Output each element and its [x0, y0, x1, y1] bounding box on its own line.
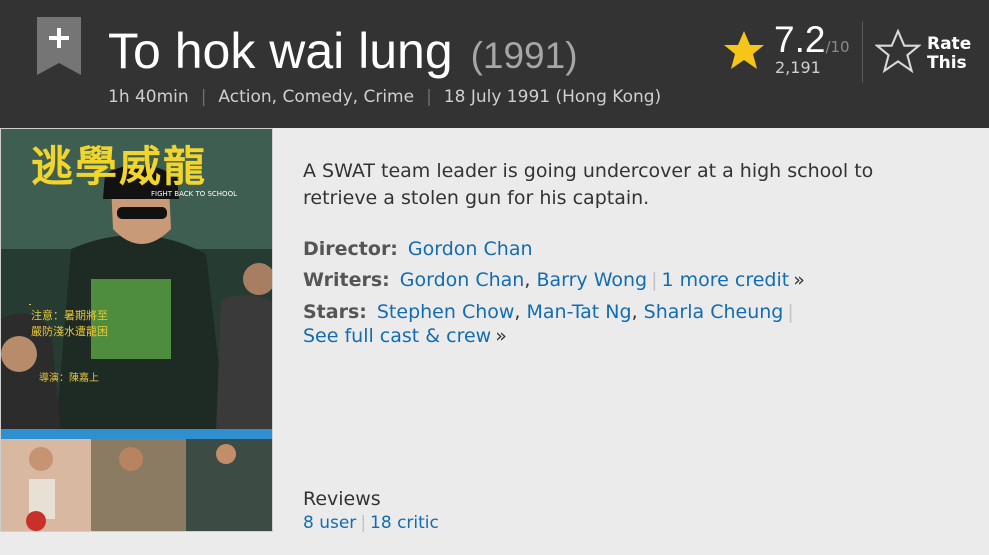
reviews-links: 8 user | 18 critic: [303, 512, 439, 534]
title-subtext: 1h 40min | Action, Comedy, Crime | 18 July 1…: [108, 87, 662, 107]
poster-english-title: FIGHT BACK TO SCHOOL: [151, 190, 237, 198]
writers-row: Writers: Gordon Chan, Barry Wong | 1 more c…: [303, 269, 805, 291]
watchlist-button[interactable]: [37, 17, 81, 75]
more-arrow: »: [495, 325, 507, 347]
rating-best: /10: [825, 38, 850, 56]
writer-link[interactable]: Gordon Chan: [400, 269, 525, 291]
stars-row: Stars: Stephen Chow, Man-Tat Ng, Sharla C…: [303, 301, 794, 323]
stars-label: Stars:: [303, 301, 367, 323]
separator: |: [360, 513, 367, 533]
genre-link[interactable]: Comedy: [282, 87, 352, 107]
more-arrow: »: [793, 269, 805, 291]
star-filled-icon: [724, 31, 764, 69]
full-cast-row: See full cast & crew»: [303, 324, 507, 348]
release-date-link[interactable]: 18 July 1991 (Hong Kong): [444, 87, 661, 107]
rating-divider: [862, 21, 863, 83]
poster-credits-text: 導演：陳嘉上: [39, 371, 99, 384]
director-row: Director: Gordon Chan: [303, 237, 533, 261]
poster-chinese-title: 逃學威龍: [31, 142, 208, 191]
critic-reviews-link[interactable]: 18 critic: [370, 513, 439, 533]
separator: |: [651, 269, 658, 291]
star-link[interactable]: Man-Tat Ng: [527, 301, 632, 323]
separator: |: [426, 87, 432, 107]
reviews-title: Reviews: [303, 488, 381, 510]
poster-credits-text: 注意：暑期將至: [31, 308, 108, 322]
star-outline-icon: [875, 29, 921, 74]
director-link[interactable]: Gordon Chan: [408, 238, 533, 260]
rating-score: 7.2: [774, 19, 826, 60]
star-link[interactable]: Sharla Cheung: [644, 301, 784, 323]
separator: |: [200, 87, 207, 107]
movie-title: To hok wai lung: [108, 23, 453, 79]
user-reviews-link[interactable]: 8 user: [303, 513, 356, 533]
movie-year[interactable]: (1991): [471, 35, 578, 76]
rating-count-link[interactable]: 2,191: [775, 58, 821, 78]
full-cast-link[interactable]: See full cast & crew: [303, 325, 491, 347]
rate-this-button[interactable]: Rate This: [872, 27, 982, 77]
rate-this-label: Rate This: [927, 34, 972, 73]
separator: |: [787, 301, 794, 323]
movie-poster[interactable]: 注意：暑期將至 嚴防淺水遭龍困 導演：陳嘉上 逃學威龍 FIGHT BACK T…: [0, 128, 273, 532]
poster-credits-text: 嚴防淺水遭龍困: [31, 324, 108, 338]
writers-label: Writers:: [303, 269, 390, 291]
genre-link[interactable]: Crime: [363, 87, 414, 107]
writer-link[interactable]: Barry Wong: [536, 269, 647, 291]
plot-summary: A SWAT team leader is going undercover a…: [303, 160, 874, 209]
title-bar: To hok wai lung (1991) 1h 40min | Action, …: [0, 0, 989, 128]
page-title: To hok wai lung (1991): [108, 20, 578, 87]
more-credits-link[interactable]: 1 more credit: [662, 269, 790, 291]
genre-link[interactable]: Action: [218, 87, 271, 107]
runtime: 1h 40min: [108, 87, 189, 107]
plus-ribbon-icon: [37, 17, 81, 75]
director-label: Director:: [303, 238, 398, 260]
star-link[interactable]: Stephen Chow: [377, 301, 515, 323]
